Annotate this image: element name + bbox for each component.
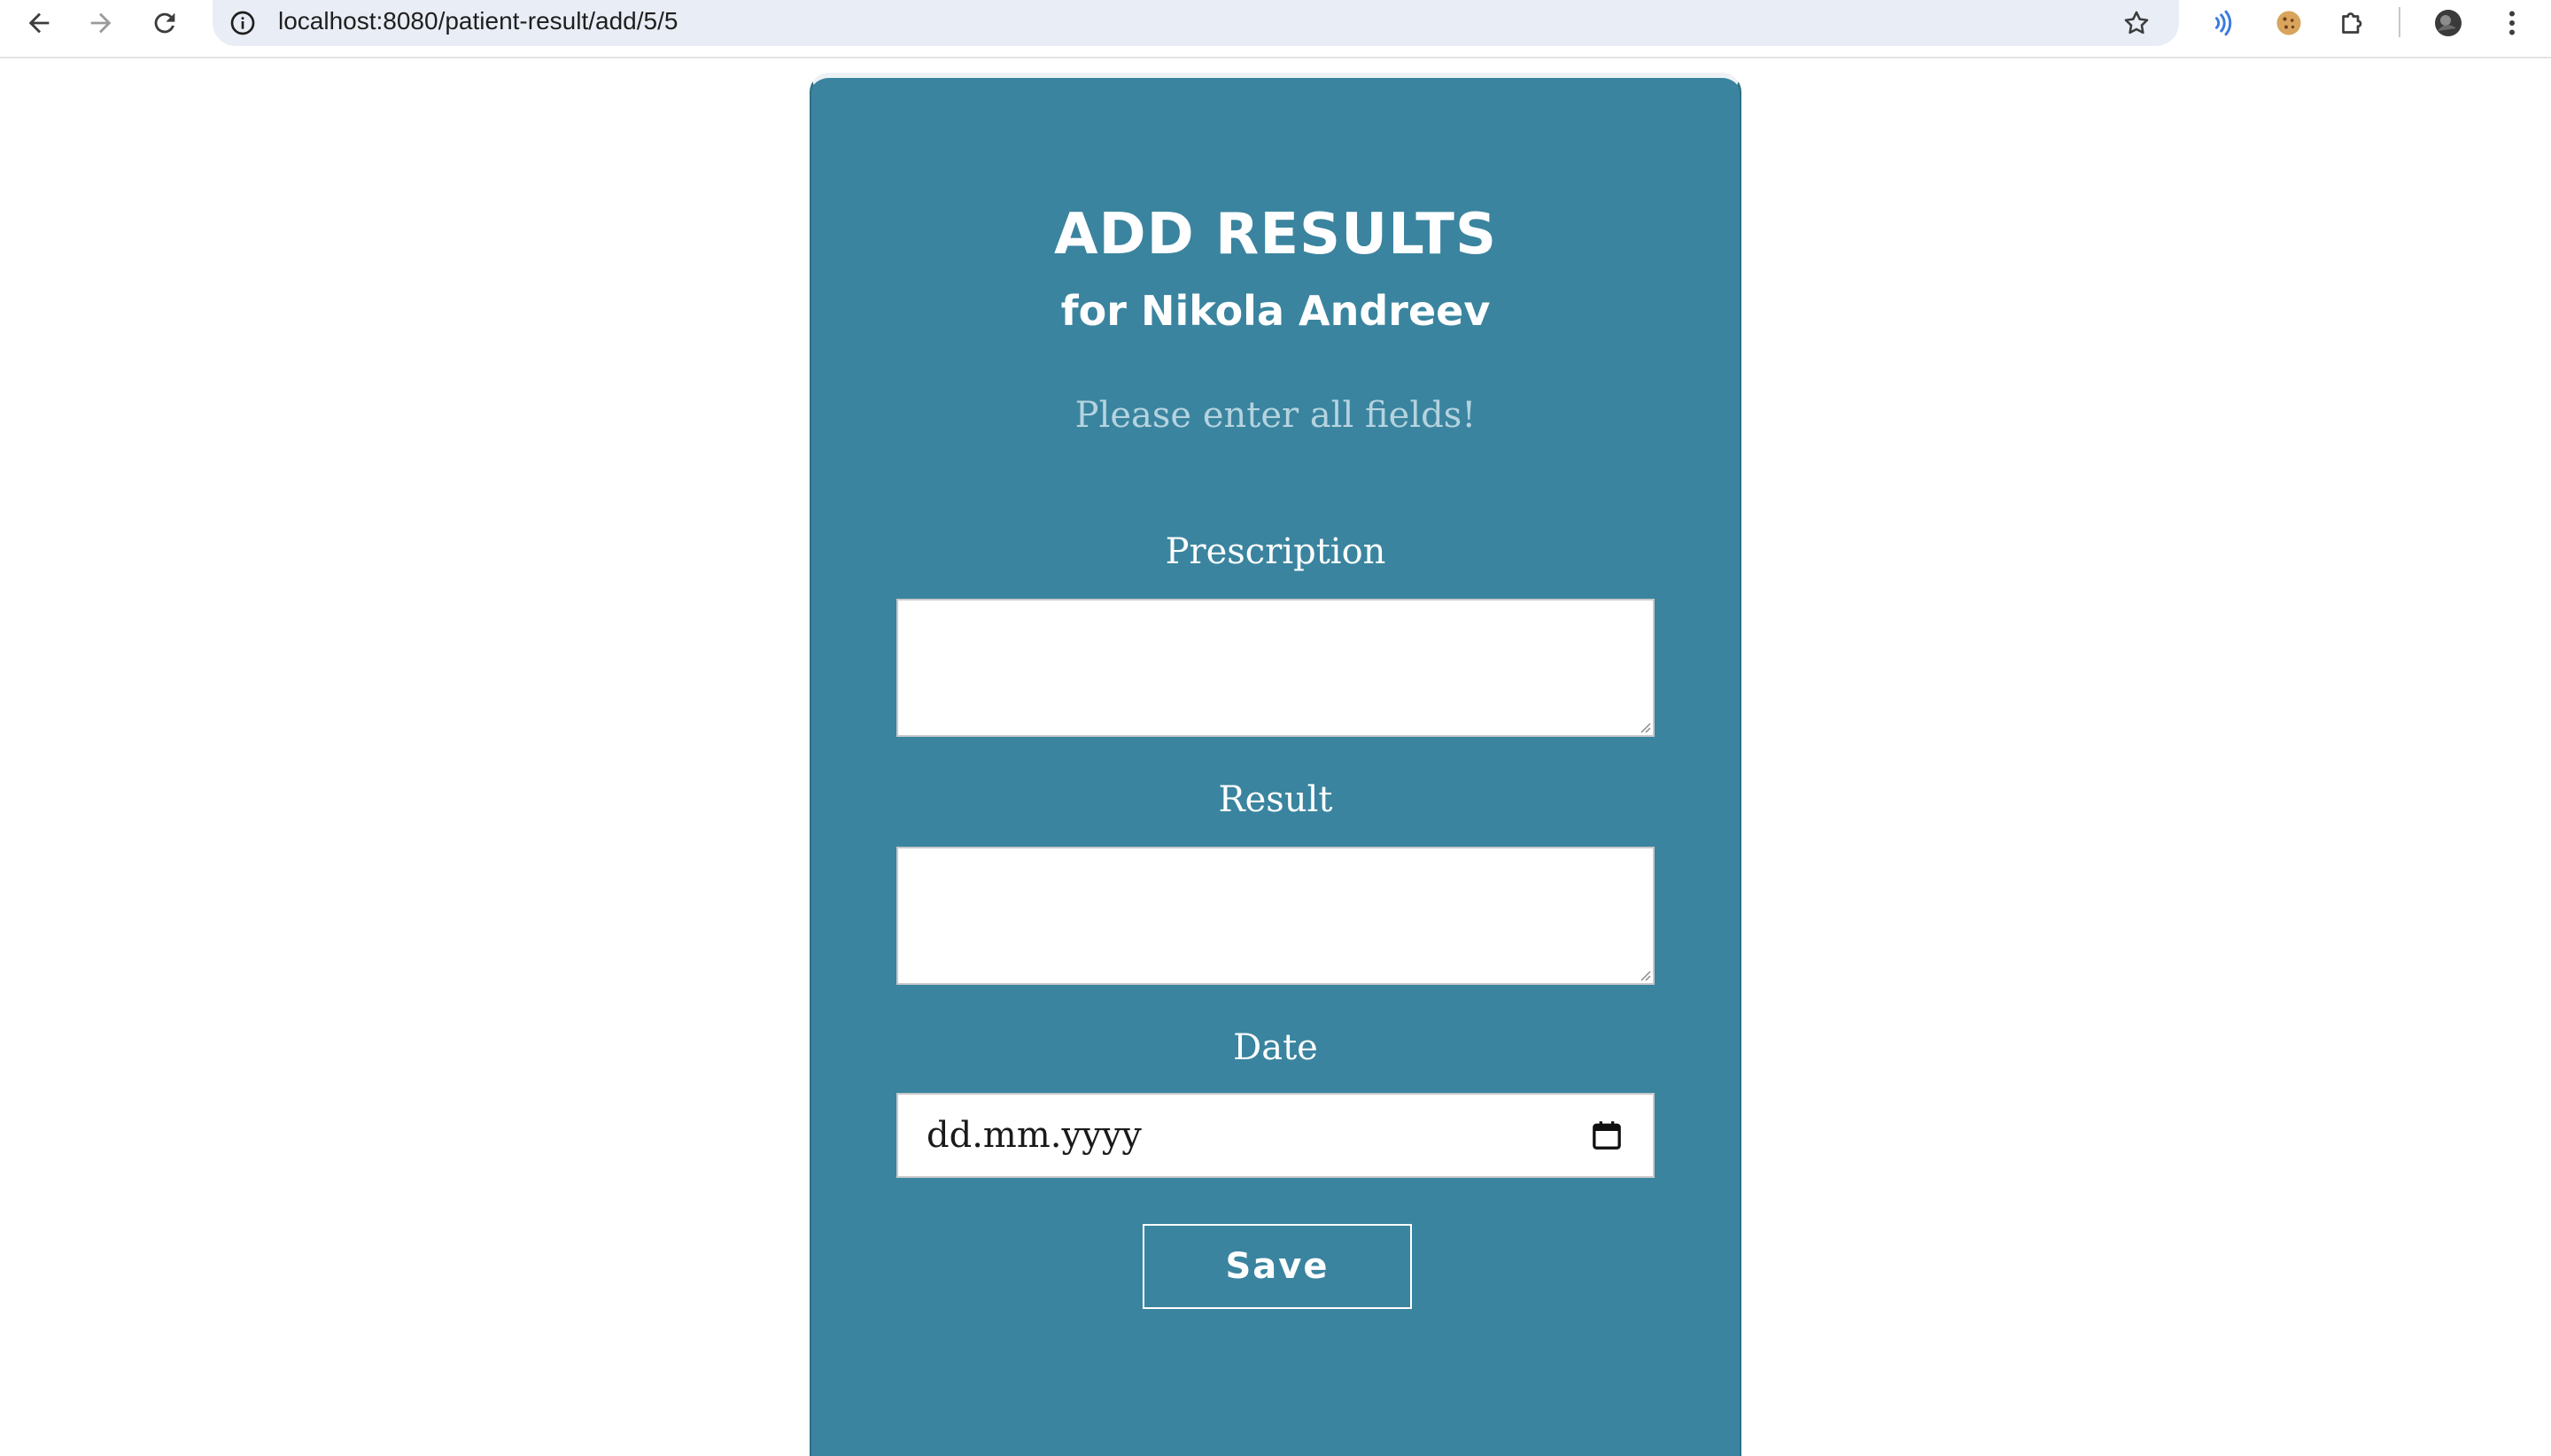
extensions-button[interactable] [2331, 2, 2374, 44]
add-results-card: ADD RESULTS for Nikola Andreev Please en… [810, 73, 1741, 1456]
puzzle-icon [2342, 12, 2362, 34]
address-bar[interactable]: localhost:8080/patient-result/add/5/5 [213, 0, 2179, 46]
reload-icon [154, 12, 175, 34]
back-button[interactable] [19, 4, 58, 43]
extension-cookie-button[interactable] [2268, 2, 2310, 44]
page-title: ADD RESULTS [1053, 202, 1498, 267]
prescription-textarea[interactable] [896, 599, 1655, 737]
date-placeholder: dd.mm.yyyy [927, 1115, 1142, 1156]
date-label: Date [1233, 1027, 1318, 1068]
arrow-left-icon [28, 12, 50, 34]
arrow-right-icon [90, 12, 112, 34]
sound-wave-icon [2215, 10, 2232, 36]
result-textarea[interactable] [896, 847, 1655, 985]
resize-grip-icon[interactable] [1637, 967, 1651, 981]
info-icon [230, 11, 255, 35]
site-info-button[interactable] [225, 5, 260, 41]
browser-menu-button[interactable] [2491, 2, 2533, 44]
form-hint: Please enter all fields! [1074, 395, 1477, 436]
url-text[interactable]: localhost:8080/patient-result/add/5/5 [278, 4, 678, 39]
cookie-icon [2276, 11, 2301, 35]
profile-button[interactable] [2427, 2, 2470, 44]
reload-button[interactable] [145, 4, 184, 43]
save-button[interactable]: Save [1143, 1224, 1412, 1309]
star-icon [2124, 11, 2149, 35]
kebab-menu-icon [2509, 11, 2515, 35]
toolbar-separator [2399, 7, 2400, 37]
browser-toolbar: localhost:8080/patient-result/add/5/5 [0, 0, 2551, 58]
bookmark-button[interactable] [2117, 4, 2156, 43]
calendar-icon[interactable] [1589, 1118, 1624, 1153]
result-label: Result [1218, 779, 1333, 820]
forward-button[interactable] [81, 4, 120, 43]
patient-name-subtitle: for Nikola Andreev [1060, 287, 1491, 335]
date-input[interactable]: dd.mm.yyyy [896, 1093, 1655, 1178]
resize-grip-icon[interactable] [1637, 719, 1651, 733]
prescription-label: Prescription [1165, 531, 1386, 572]
extension-sound-button[interactable] [2202, 2, 2245, 44]
avatar-icon [2435, 10, 2462, 36]
